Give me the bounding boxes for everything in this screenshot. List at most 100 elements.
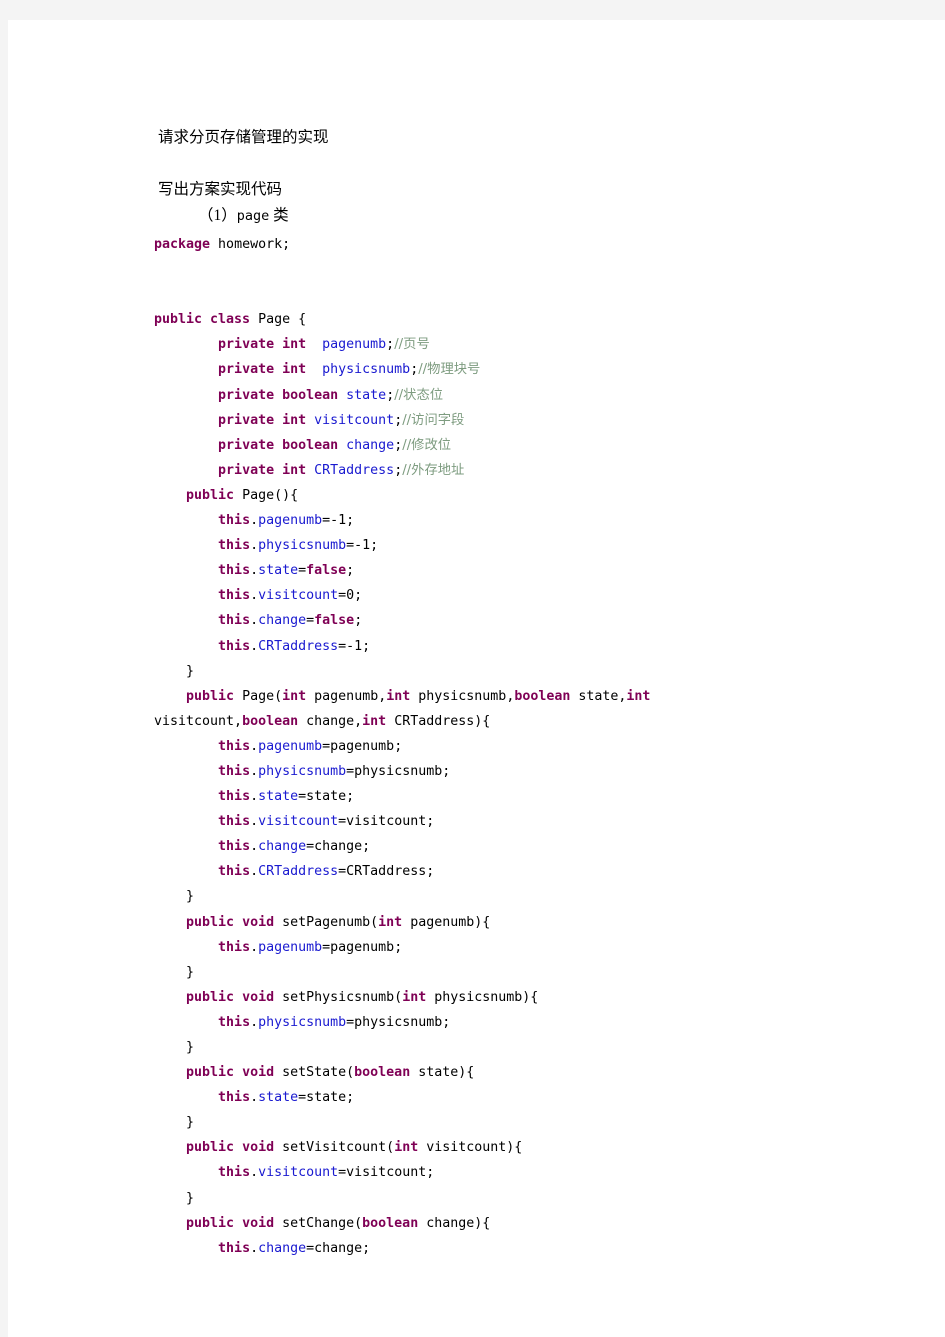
code-token-fld: physicsnumb [322,362,411,378]
code-token-pl: change){ [418,1215,491,1231]
code-token-fld: visitcount [258,1165,339,1181]
code-token-pl: = [306,613,315,629]
code-token-pl: ; [386,337,395,353]
code-token-kw: this [218,763,251,779]
code-token-kw: private int [218,412,307,428]
code-token-kw: int [282,688,307,704]
code-token-pl: . [250,1165,259,1181]
code-token-pl: ; [354,613,363,629]
code-token-kw: this [218,839,251,855]
code-token-kw: private int [218,337,307,353]
code-token-pl: . [250,789,259,805]
code-token-fld: state [258,789,299,805]
code-token-pl: ; [386,387,395,403]
document-subheading: 写出方案实现代码 [158,181,283,198]
code-token-kw: boolean [354,1065,411,1081]
code-token-pl: . [250,563,259,579]
code-token-pl: visitcount){ [418,1140,523,1156]
code-token-fld: CRTaddress [258,864,339,880]
code-token-kw: this [218,738,251,754]
code-token-pl: =visitcount; [338,814,435,830]
code-token-cmt: //外存地址 [402,462,465,478]
code-token-pl: state, [570,688,627,704]
code-line: public void setVisitcount(int visitcount… [8,1135,945,1160]
code-line: this.CRTaddress=CRTaddress; [8,859,945,884]
code-line: this.CRTaddress=-1; [8,634,945,659]
code-line: this.physicsnumb=physicsnumb; [8,1010,945,1035]
code-token-fld: pagenumb [258,939,323,955]
code-line: public void setState(boolean state){ [8,1060,945,1085]
code-token-kw: this [218,563,251,579]
code-line: visitcount,boolean change,int CRTaddress… [8,709,945,734]
code-token-kw: this [218,538,251,554]
code-line: this.change=change; [8,1236,945,1261]
section-label-prefix: （1） [198,207,237,224]
code-token-fld: physicsnumb [258,538,347,554]
code-token-kw: public void [186,1215,275,1231]
code-token-pl: pagenumb, [306,688,387,704]
code-token-fld: state [346,387,387,403]
code-token-pl: =pagenumb; [322,939,403,955]
code-token-pl: =-1; [338,638,371,654]
code-line: private int CRTaddress;//外存地址 [8,458,945,483]
code-token-kw: public class [154,312,251,328]
java-code-block: package homework; public class Page { pr… [8,232,945,1261]
code-token-kw: this [218,814,251,830]
code-token-pl: } [154,663,195,679]
code-token-pl: setState( [274,1065,355,1081]
code-token-kw: this [218,513,251,529]
code-token-pl: . [250,839,259,855]
code-token-pl: =state; [298,1090,355,1106]
code-line: public void setPagenumb(int pagenumb){ [8,910,945,935]
code-token-pl: Page(){ [234,487,299,503]
code-token-pl: . [250,613,259,629]
code-token-fld: pagenumb [258,738,323,754]
code-token-kw: boolean [242,713,299,729]
code-token-kw: private int [218,462,307,478]
code-token-kw: this [218,588,251,604]
code-line: public void setPhysicsnumb(int physicsnu… [8,985,945,1010]
code-token-pl: =physicsnumb; [346,763,451,779]
code-line: public Page(int pagenumb,int physicsnumb… [8,684,945,709]
code-token-pl: =-1; [346,538,379,554]
code-token-pl: pagenumb){ [402,914,491,930]
code-line: this.visitcount=0; [8,583,945,608]
code-token-fld: change [258,613,307,629]
code-token-cmt: //物理块号 [418,362,481,378]
code-token-fld: state [258,563,299,579]
code-token-pl: ; [410,362,419,378]
code-token-pl: CRTaddress){ [386,713,491,729]
code-token-pl: } [154,964,195,980]
code-token-pl: =physicsnumb; [346,1014,451,1030]
code-token-cmt: //页号 [394,337,430,353]
code-token-pl: =change; [306,1240,371,1256]
code-token-pl: . [250,763,259,779]
code-line: } [8,884,945,909]
code-line: this.visitcount=visitcount; [8,809,945,834]
code-token-pl: . [250,638,259,654]
code-token-pl: physicsnumb){ [426,989,539,1005]
code-token-fld: physicsnumb [258,1014,347,1030]
code-token-pl: setPagenumb( [274,914,379,930]
code-token-pl: } [154,1115,195,1131]
code-token-kw: public [186,487,235,503]
